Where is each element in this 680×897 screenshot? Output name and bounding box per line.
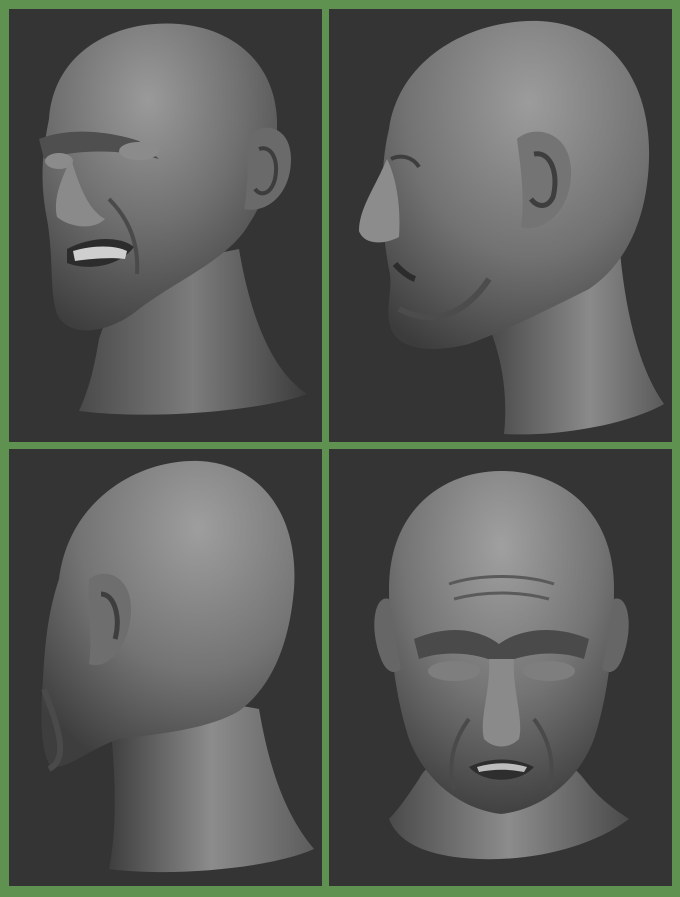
head-view-three-quarter-back [9, 449, 322, 886]
right-eye [523, 661, 575, 681]
head-view-side-profile [329, 9, 672, 442]
right-eye [119, 142, 159, 160]
sculpt-render-3 [41, 460, 314, 873]
sculpt-render-4 [374, 471, 629, 860]
head-view-front [329, 449, 672, 886]
sculpt-render-2 [359, 20, 664, 435]
ear-shape [244, 127, 291, 210]
left-eye [428, 661, 480, 681]
turnaround-sheet [0, 0, 680, 897]
head-view-three-quarter-front [9, 9, 322, 442]
sculpt-render-1 [39, 23, 307, 415]
